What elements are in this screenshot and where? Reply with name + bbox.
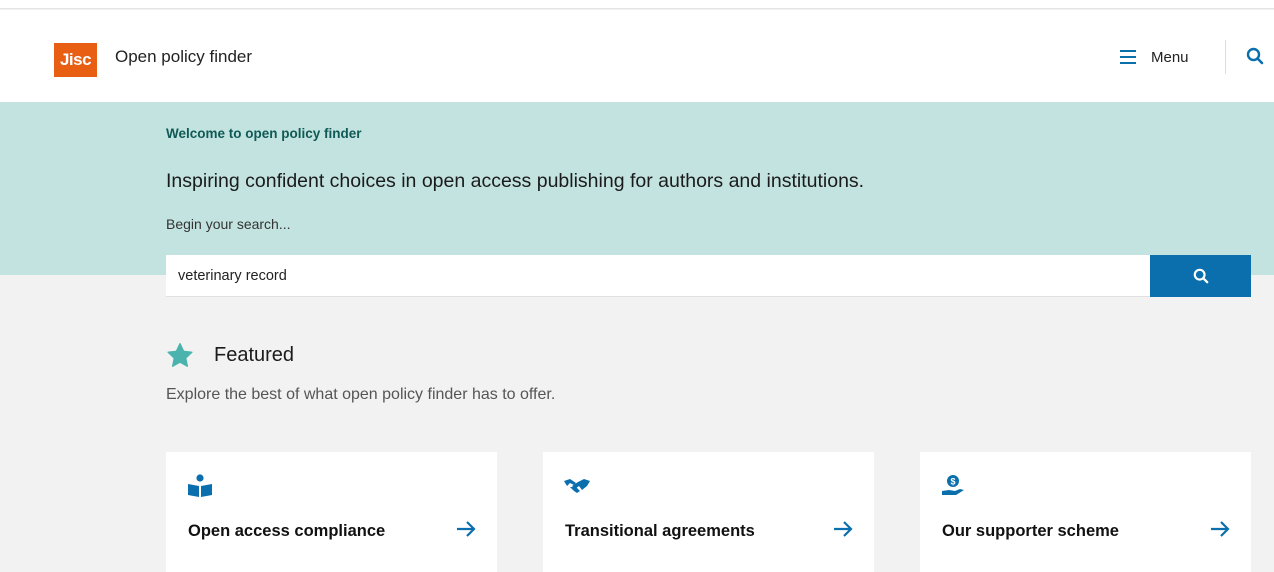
top-strip — [0, 0, 1274, 9]
arrow-right-icon — [1211, 521, 1230, 537]
card-title: Our supporter scheme — [942, 522, 1119, 540]
svg-text:$: $ — [950, 477, 955, 487]
handshake-icon — [564, 479, 590, 493]
featured-subtitle: Explore the best of what open policy fin… — [166, 386, 556, 403]
search-input[interactable] — [166, 255, 1151, 297]
card-supporter-scheme[interactable]: $ Our supporter scheme — [920, 452, 1251, 572]
star-icon — [167, 342, 193, 367]
card-title: Open access compliance — [188, 522, 386, 540]
search-icon — [1246, 47, 1264, 65]
hamburger-icon — [1120, 50, 1136, 64]
header-search-button[interactable] — [1243, 44, 1267, 68]
card-open-access-compliance[interactable]: Open access compliance — [166, 452, 497, 572]
card-transitional-agreements[interactable]: Transitional agreements — [543, 452, 874, 572]
welcome-eyebrow: Welcome to open policy finder — [166, 126, 362, 141]
header-divider — [1225, 40, 1226, 74]
search-prompt: Begin your search... — [166, 216, 291, 232]
arrow-right-icon — [834, 521, 853, 537]
menu-button[interactable]: Menu — [1120, 40, 1189, 74]
search-icon — [1193, 268, 1208, 284]
jisc-logo[interactable]: Jisc — [54, 43, 97, 77]
reader-icon — [188, 474, 212, 497]
hand-coin-icon: $ — [942, 475, 964, 495]
search-submit-button[interactable] — [1150, 255, 1251, 297]
hero-tagline: Inspiring confident choices in open acce… — [166, 170, 865, 192]
featured-heading: Featured — [166, 342, 294, 369]
arrow-right-icon — [457, 521, 476, 537]
site-name[interactable]: Open policy finder — [115, 47, 252, 67]
card-title: Transitional agreements — [565, 522, 755, 540]
site-header: Jisc Open policy finder Menu — [0, 10, 1274, 102]
menu-label: Menu — [1151, 48, 1189, 66]
featured-title: Featured — [214, 344, 295, 366]
